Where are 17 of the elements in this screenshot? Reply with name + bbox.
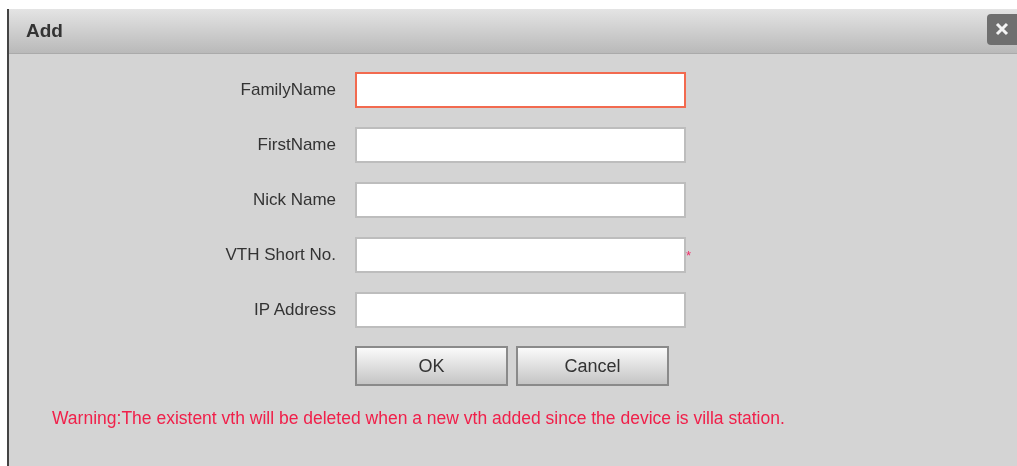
- close-button[interactable]: [987, 13, 1017, 45]
- input-field[interactable]: [355, 182, 686, 218]
- warning-text: Warning:The existent vth will be deleted when a new vth added since the device is villa station.: [51, 408, 786, 429]
- input-field[interactable]: [355, 292, 686, 328]
- field-label: VTH Short No.: [224, 245, 336, 265]
- field-label: IP Address: [253, 300, 336, 320]
- cancel-button[interactable]: Cancel: [516, 346, 669, 386]
- field-label: FirstName: [256, 135, 336, 155]
- ok-button[interactable]: OK: [355, 346, 508, 386]
- input-field[interactable]: [355, 237, 686, 273]
- input-field[interactable]: [355, 127, 686, 163]
- input-field[interactable]: [355, 72, 686, 108]
- field-label: FamilyName: [239, 80, 336, 100]
- required-mark: *: [686, 247, 693, 263]
- close-icon: [995, 22, 1009, 36]
- field-label: Nick Name: [251, 190, 336, 210]
- dialog-title: Add: [26, 20, 63, 42]
